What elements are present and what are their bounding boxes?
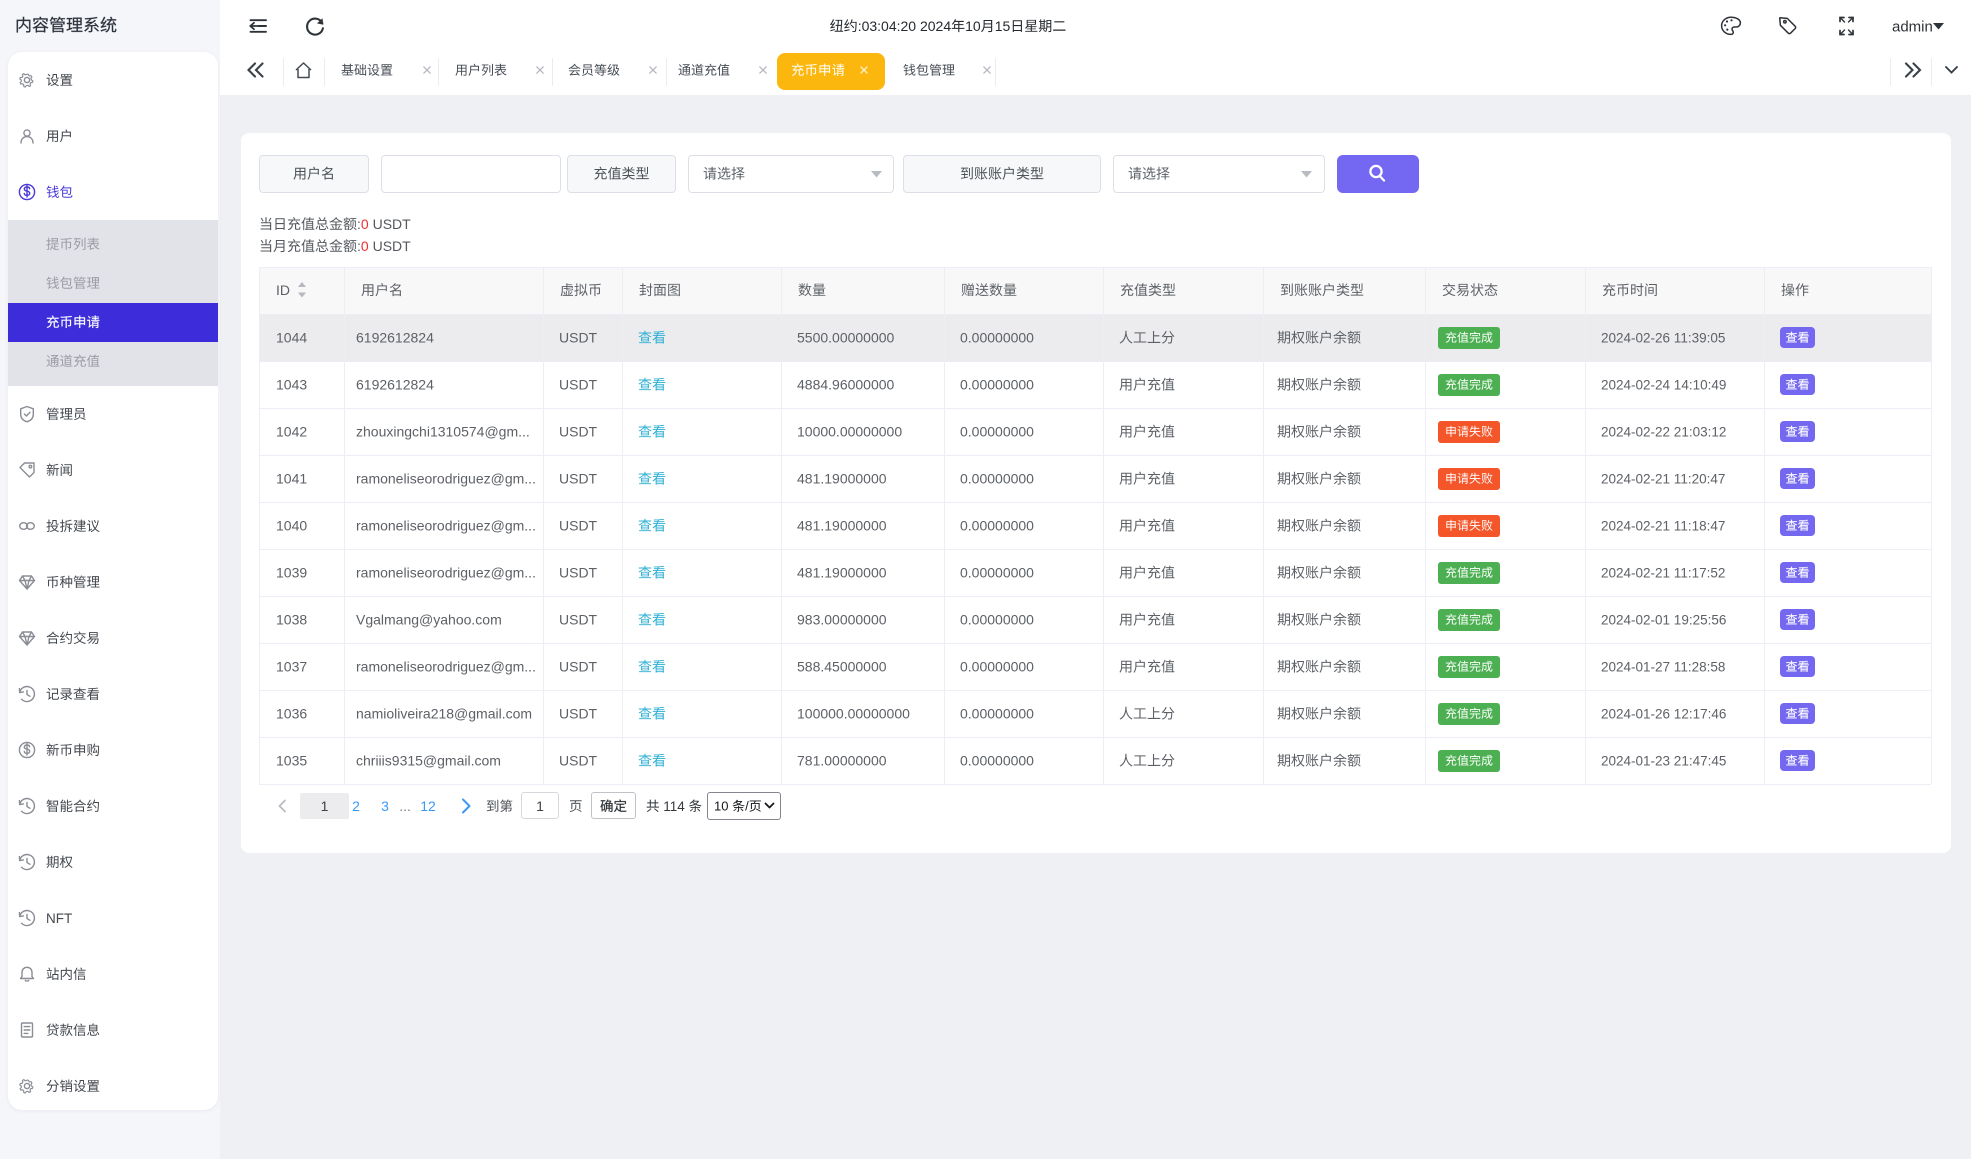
svg-text:481.19000000: 481.19000000: [797, 471, 887, 487]
svg-text:USDT: USDT: [559, 753, 598, 769]
svg-text:USDT: USDT: [373, 216, 412, 232]
svg-text:481.19000000: 481.19000000: [797, 518, 887, 534]
svg-text:2: 2: [352, 798, 360, 814]
svg-text:100000.00000000: 100000.00000000: [797, 706, 910, 722]
svg-text:USDT: USDT: [559, 706, 598, 722]
svg-text:1040: 1040: [276, 518, 307, 534]
svg-text:0.00000000: 0.00000000: [960, 471, 1034, 487]
svg-text:1042: 1042: [276, 424, 307, 440]
svg-text:0.00000000: 0.00000000: [960, 565, 1034, 581]
svg-text:1037: 1037: [276, 659, 307, 675]
svg-text:1038: 1038: [276, 612, 307, 628]
svg-text:6192612824: 6192612824: [356, 330, 434, 346]
svg-text:zhouxingchi1310574@gm...: zhouxingchi1310574@gm...: [356, 424, 530, 440]
svg-text:2024-02-24 14:10:49: 2024-02-24 14:10:49: [1601, 377, 1726, 392]
svg-text:0.00000000: 0.00000000: [960, 377, 1034, 393]
svg-text:0.00000000: 0.00000000: [960, 706, 1034, 722]
svg-text:2024-02-21 11:18:47: 2024-02-21 11:18:47: [1601, 518, 1725, 533]
svg-text:2024-02-01 19:25:56: 2024-02-01 19:25:56: [1601, 612, 1726, 627]
svg-text:NFT: NFT: [46, 911, 72, 926]
svg-text:2024-02-21 11:17:52: 2024-02-21 11:17:52: [1601, 565, 1725, 580]
svg-text:...: ...: [399, 798, 411, 814]
svg-text:ID: ID: [276, 282, 290, 298]
svg-text:1: 1: [321, 798, 329, 814]
svg-text:ramoneliseorodriguez@gm...: ramoneliseorodriguez@gm...: [356, 471, 536, 487]
svg-text:2024-01-27 11:28:58: 2024-01-27 11:28:58: [1601, 659, 1725, 674]
svg-text:USDT: USDT: [559, 471, 598, 487]
svg-text:114: 114: [663, 799, 685, 814]
svg-text:USDT: USDT: [559, 518, 598, 534]
svg-text:ramoneliseorodriguez@gm...: ramoneliseorodriguez@gm...: [356, 659, 536, 675]
svg-text:USDT: USDT: [559, 659, 598, 675]
svg-text:namioliveira218@gmail.com: namioliveira218@gmail.com: [356, 706, 532, 722]
svg-text:USDT: USDT: [559, 377, 598, 393]
svg-text:0.00000000: 0.00000000: [960, 753, 1034, 769]
svg-text:ramoneliseorodriguez@gm...: ramoneliseorodriguez@gm...: [356, 565, 536, 581]
svg-text:Vgalmang@yahoo.com: Vgalmang@yahoo.com: [356, 612, 502, 628]
svg-text:0: 0: [361, 238, 369, 254]
svg-text:1041: 1041: [276, 471, 307, 487]
svg-text:781.00000000: 781.00000000: [797, 753, 887, 769]
svg-text:USDT: USDT: [559, 424, 598, 440]
svg-text:2024-02-21 11:20:47: 2024-02-21 11:20:47: [1601, 471, 1725, 486]
svg-text:0.00000000: 0.00000000: [960, 612, 1034, 628]
svg-text:0.00000000: 0.00000000: [960, 330, 1034, 346]
svg-text:USDT: USDT: [559, 612, 598, 628]
svg-text:10: 10: [965, 18, 981, 34]
svg-text:USDT: USDT: [373, 238, 412, 254]
svg-text:481.19000000: 481.19000000: [797, 565, 887, 581]
svg-text:1039: 1039: [276, 565, 307, 581]
svg-text:0.00000000: 0.00000000: [960, 518, 1034, 534]
svg-text:USDT: USDT: [559, 330, 598, 346]
svg-text:10000.00000000: 10000.00000000: [797, 424, 902, 440]
svg-text:0.00000000: 0.00000000: [960, 659, 1034, 675]
svg-text:1: 1: [536, 798, 544, 814]
svg-text:12: 12: [420, 798, 436, 814]
svg-text:2024-01-23 21:47:45: 2024-01-23 21:47:45: [1601, 753, 1726, 768]
svg-text:chriiis9315@gmail.com: chriiis9315@gmail.com: [356, 753, 501, 769]
svg-text:USDT: USDT: [559, 565, 598, 581]
svg-text:3: 3: [381, 798, 389, 814]
svg-text:15: 15: [995, 18, 1011, 34]
svg-text:admin: admin: [1892, 18, 1933, 35]
svg-text:0.00000000: 0.00000000: [960, 424, 1034, 440]
svg-text:2024-02-22 21:03:12: 2024-02-22 21:03:12: [1601, 424, 1726, 439]
svg-text:1036: 1036: [276, 706, 307, 722]
svg-text:2024-01-26 12:17:46: 2024-01-26 12:17:46: [1601, 706, 1726, 721]
svg-text:0: 0: [361, 216, 369, 232]
svg-text::03:04:20 2024: :03:04:20 2024: [858, 18, 952, 34]
svg-text:6192612824: 6192612824: [356, 377, 434, 393]
svg-text:/: /: [745, 799, 749, 814]
svg-text:983.00000000: 983.00000000: [797, 612, 887, 628]
svg-text:ramoneliseorodriguez@gm...: ramoneliseorodriguez@gm...: [356, 518, 536, 534]
svg-text:5500.00000000: 5500.00000000: [797, 330, 895, 346]
svg-text:588.45000000: 588.45000000: [797, 659, 887, 675]
svg-text:4884.96000000: 4884.96000000: [797, 377, 895, 393]
svg-text:1035: 1035: [276, 753, 307, 769]
svg-text:10: 10: [714, 799, 728, 814]
svg-text:1044: 1044: [276, 330, 307, 346]
svg-text:1043: 1043: [276, 377, 307, 393]
svg-text:2024-02-26 11:39:05: 2024-02-26 11:39:05: [1601, 330, 1725, 345]
